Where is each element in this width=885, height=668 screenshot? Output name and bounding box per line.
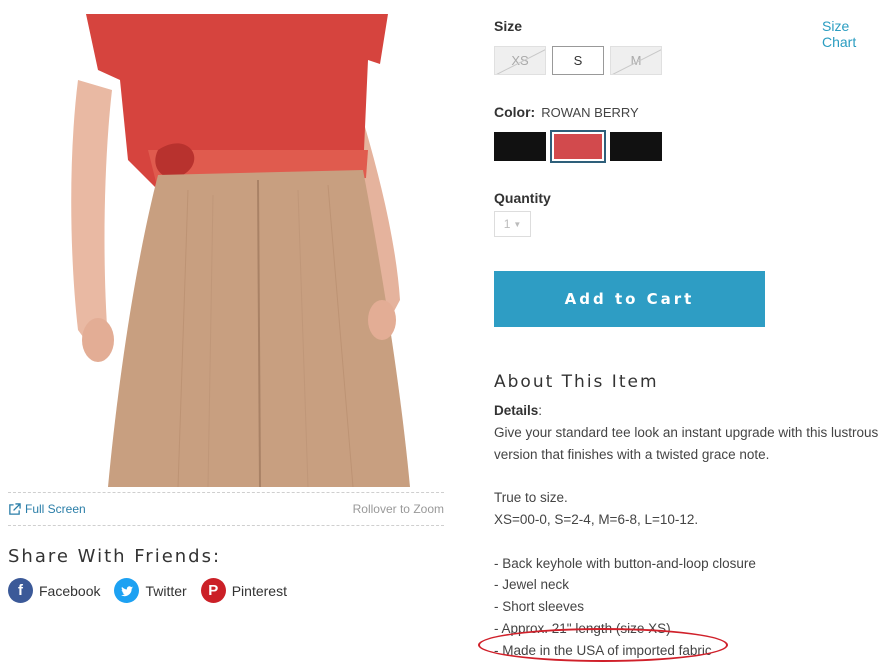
about-title: About This Item xyxy=(494,372,659,392)
feature-item: - Back keyhole with button-and-loop clos… xyxy=(494,555,756,571)
size-conversion: XS=00-0, S=2-4, M=6-8, L=10-12. xyxy=(494,511,699,527)
full-screen-label: Full Screen xyxy=(25,502,86,516)
item-details: Details: Give your standard tee look an … xyxy=(494,400,879,662)
feature-item: - Jewel neck xyxy=(494,577,570,593)
share-twitter-label: Twitter xyxy=(145,582,187,599)
feature-item: - Short sleeves xyxy=(494,599,585,615)
share-facebook-label: Facebook xyxy=(39,582,101,599)
share-pinterest[interactable]: P Pinterest xyxy=(200,578,287,603)
share-row: f Facebook Twitter P Pinterest xyxy=(8,578,287,603)
add-to-cart-button[interactable]: Add to Cart xyxy=(494,271,765,327)
share-facebook[interactable]: f Facebook xyxy=(8,578,100,603)
size-option-s[interactable]: S xyxy=(552,46,604,75)
quantity-select[interactable]: 1 ▼ xyxy=(494,211,531,237)
feature-item-highlighted: - Made in the USA of imported fabric xyxy=(494,642,712,658)
color-swatches xyxy=(494,130,662,163)
pinterest-icon: P xyxy=(200,578,226,603)
quantity-label: Quantity xyxy=(494,190,551,206)
external-link-icon xyxy=(8,502,21,516)
full-screen-link[interactable]: Full Screen xyxy=(8,502,86,516)
color-label: Color: xyxy=(494,104,536,120)
size-option-xs[interactable]: XS xyxy=(494,46,546,75)
color-swatch-rowan-berry[interactable] xyxy=(550,130,606,163)
size-option-m[interactable]: M xyxy=(610,46,662,75)
chevron-down-icon: ▼ xyxy=(513,219,522,229)
quantity-value: 1 xyxy=(503,217,511,231)
share-title: Share With Friends: xyxy=(8,546,222,567)
color-selected-name: ROWAN BERRY xyxy=(541,105,639,120)
zoom-bar: Full Screen Rollover to Zoom xyxy=(8,492,444,526)
rollover-zoom-hint: Rollover to Zoom xyxy=(352,502,444,516)
share-twitter[interactable]: Twitter xyxy=(114,578,187,603)
product-image[interactable] xyxy=(8,0,444,487)
size-label: Size xyxy=(494,18,523,34)
color-swatch-black-1[interactable] xyxy=(494,132,546,161)
facebook-icon: f xyxy=(8,578,33,603)
size-options: XS S M xyxy=(494,46,662,75)
twitter-icon xyxy=(114,578,140,603)
details-description: Give your standard tee look an instant u… xyxy=(494,424,879,462)
color-swatch-black-2[interactable] xyxy=(610,132,662,161)
share-pinterest-label: Pinterest xyxy=(231,582,287,599)
feature-item: - Approx. 21" length (size XS) xyxy=(494,620,671,636)
color-label-row: Color: ROWAN BERRY xyxy=(494,104,639,120)
fit-note: True to size. xyxy=(494,490,568,506)
size-chart-link[interactable]: Size Chart xyxy=(822,18,885,50)
details-label: Details xyxy=(494,403,539,418)
